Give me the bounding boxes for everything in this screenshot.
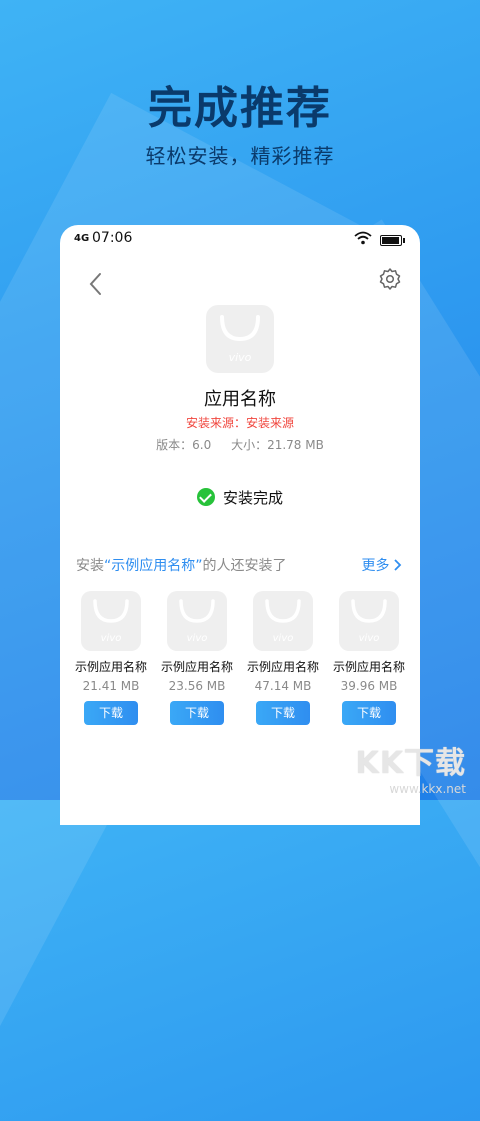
item-name: 示例应用名称: [332, 660, 405, 674]
bag-icon: vivo: [351, 599, 387, 644]
signal-indicator: 4G: [74, 233, 90, 244]
item-size: 21.41 MB: [82, 679, 140, 693]
app-icon[interactable]: vivo: [253, 591, 313, 651]
vivo-logo-text: vivo: [273, 633, 294, 644]
app-icon[interactable]: vivo: [167, 591, 227, 651]
gear-icon[interactable]: [378, 267, 402, 291]
more-link[interactable]: 更多: [362, 555, 402, 575]
download-button[interactable]: 下载: [256, 701, 310, 725]
battery-icon: [380, 235, 405, 246]
app-meta: 版本：6.0 大小：21.78 MB: [60, 436, 420, 453]
phone-screen: 4G 07:06 vivo 应用名称 安装来源：安装来源 版本：6.0 大小：2…: [60, 225, 420, 825]
app-name: 应用名称: [204, 389, 276, 410]
watermark: KK下载 www.kkx.net: [356, 738, 467, 796]
vivo-logo-text: vivo: [229, 351, 252, 364]
recommend-app-name: “示例应用名称”: [104, 558, 203, 574]
hero-subtitle: 轻松安装，精彩推荐: [145, 144, 335, 168]
recommend-prefix: 安装: [76, 558, 104, 574]
download-button[interactable]: 下载: [170, 701, 224, 725]
vivo-logo-text: vivo: [101, 633, 122, 644]
bag-icon: vivo: [265, 599, 301, 644]
list-item: vivo 示例应用名称 47.14 MB 下载: [240, 591, 326, 725]
vivo-logo-text: vivo: [187, 633, 208, 644]
back-icon[interactable]: [82, 269, 112, 299]
bag-icon: vivo: [179, 599, 215, 644]
app-version: 版本：6.0: [156, 438, 212, 452]
app-icon[interactable]: vivo: [81, 591, 141, 651]
check-circle-icon: [196, 488, 215, 506]
status-time: 07:06: [92, 230, 133, 246]
wifi-icon: [354, 231, 372, 245]
bag-icon: vivo: [93, 599, 129, 644]
recommend-suffix: 的人还安装了: [202, 558, 287, 574]
install-status: 安装完成: [60, 487, 420, 508]
item-name: 示例应用名称: [160, 660, 233, 674]
chevron-right-icon: [394, 559, 402, 571]
download-button[interactable]: 下载: [342, 701, 396, 725]
item-size: 39.96 MB: [340, 679, 398, 693]
app-icon: vivo: [206, 305, 274, 373]
bag-icon: vivo: [220, 315, 260, 364]
app-size: 大小：21.78 MB: [231, 438, 324, 452]
item-size: 23.56 MB: [168, 679, 226, 693]
vivo-logo-text: vivo: [359, 633, 380, 644]
recommend-header: 安装“示例应用名称”的人还安装了 更多: [76, 555, 402, 575]
item-size: 47.14 MB: [254, 679, 312, 693]
list-item: vivo 示例应用名称 23.56 MB 下载: [154, 591, 240, 725]
app-icon[interactable]: vivo: [339, 591, 399, 651]
list-item: vivo 示例应用名称 39.96 MB 下载: [326, 591, 412, 725]
item-name: 示例应用名称: [74, 660, 147, 674]
download-button[interactable]: 下载: [84, 701, 138, 725]
status-bar: 4G 07:06: [60, 225, 420, 253]
more-label: 更多: [361, 558, 390, 574]
watermark-url: www.kkx.net: [389, 782, 466, 796]
item-name: 示例应用名称: [246, 660, 319, 674]
watermark-brand: KK下载: [355, 746, 466, 781]
hero-title: 完成推荐: [148, 83, 332, 134]
recommend-list: vivo 示例应用名称 21.41 MB 下载 vivo 示例应用名称 23.5…: [68, 591, 412, 725]
install-status-label: 安装完成: [222, 489, 283, 507]
install-source: 安装来源：安装来源: [185, 416, 294, 430]
list-item: vivo 示例应用名称 21.41 MB 下载: [68, 591, 154, 725]
